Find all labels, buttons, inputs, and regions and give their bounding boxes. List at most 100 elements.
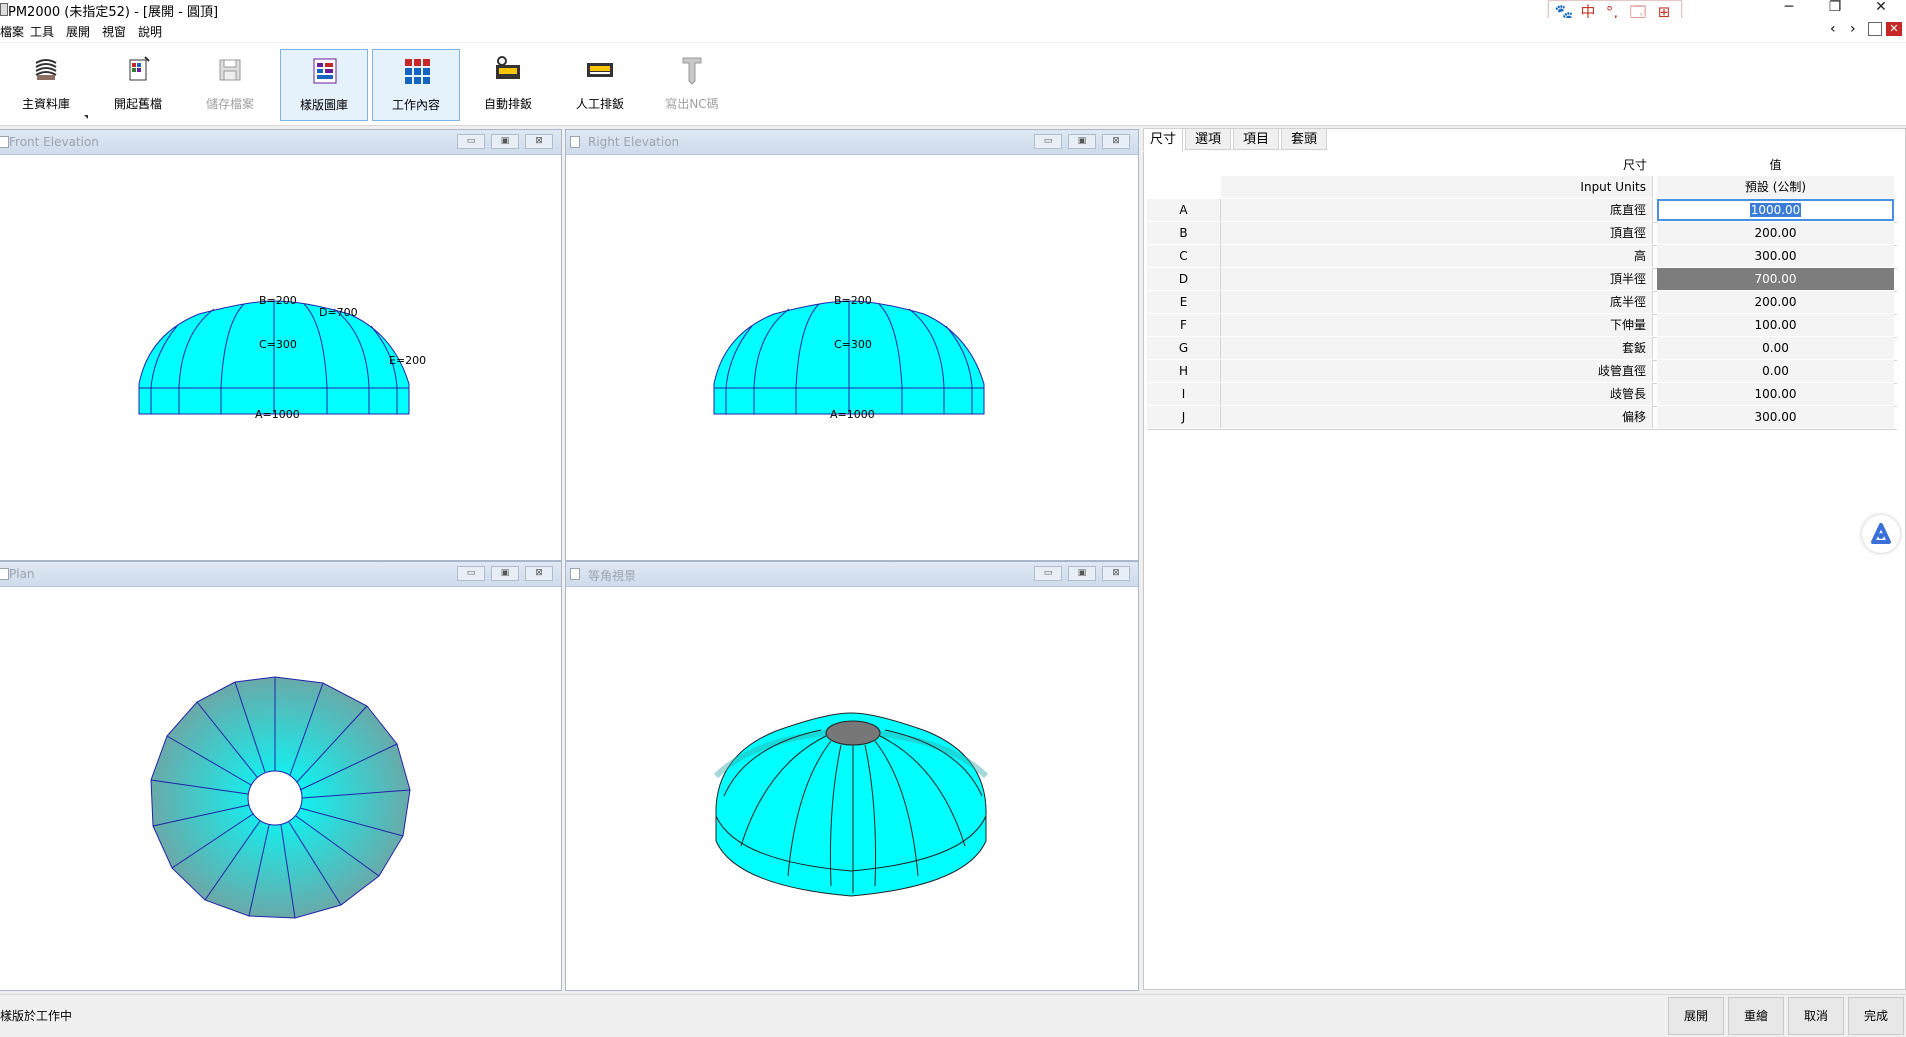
tool-label: 自動排鈑 [483,97,532,111]
redraw-button[interactable]: 重繪 [1728,997,1784,1035]
status-text: 樣版於工作中 [0,1009,73,1023]
menu-window[interactable]: 視窗 [102,23,126,40]
minimize-button[interactable]: ─ [1766,0,1812,18]
database-icon [35,59,57,80]
tool-template-library[interactable]: 樣版圖庫 [280,49,368,121]
close-child-button[interactable]: ⊠ [525,566,553,581]
row-value-input[interactable]: 1000.00 [1657,199,1894,221]
tool-label: 開起舊檔 [113,97,162,111]
right-elevation-window[interactable]: Right Elevation ▭ ▣ ⊠ B=200 C=300 A=1000 [565,129,1139,561]
mdi-close-icon[interactable]: ✕ [1886,22,1902,36]
mdi-prev-icon[interactable]: ‹ [1830,21,1836,37]
view-title: 等角視景 [588,569,637,583]
tool-write-nc[interactable]: 寫出NC碼 [648,49,736,121]
child-window-icon [570,568,580,580]
tab-dimensions[interactable]: 尺寸 [1143,128,1183,152]
plan-window[interactable]: Plan ▭ ▣ ⊠ [0,561,562,991]
develop-button[interactable]: 展開 [1668,997,1724,1035]
row-name: 底半徑 [1221,291,1653,313]
tool-manual-nesting[interactable]: 人工排鈑 [556,49,644,121]
restore-button[interactable]: ❐ [1812,0,1858,18]
row-name: 頂半徑 [1221,268,1653,290]
table-row[interactable]: H 歧管直徑 0.00 [1147,360,1897,384]
row-value[interactable]: 0.00 [1657,337,1894,359]
finish-button[interactable]: 完成 [1848,997,1904,1035]
table-row[interactable]: E 底半徑 200.00 [1147,291,1897,315]
dome-plan-drawing [150,676,411,919]
view-title: Front Elevation [9,135,99,149]
close-child-button[interactable]: ⊠ [525,134,553,149]
cancel-button[interactable]: 取消 [1788,997,1844,1035]
row-key: G [1147,337,1221,359]
tab-items[interactable]: 項目 [1233,128,1279,150]
row-value[interactable]: 100.00 [1657,314,1894,336]
dropdown-arrow-icon[interactable] [84,115,88,119]
table-row[interactable]: J 偏移 300.00 [1147,406,1897,430]
tool-work-content[interactable]: 工作內容 [372,49,460,121]
row-value[interactable]: 300.00 [1657,245,1894,267]
table-row[interactable]: A 底直徑 1000.00 [1147,199,1897,223]
open-file-icon [129,56,150,81]
tool-auto-nesting[interactable]: 自動排鈑 [464,49,552,121]
plan-canvas [150,676,411,919]
maximize-child-button[interactable]: ▣ [1068,134,1096,149]
dome-elevation-drawing [713,300,985,415]
table-row[interactable]: B 頂直徑 200.00 [1147,222,1897,246]
dim-label-a: A=1000 [830,408,875,421]
isometric-window[interactable]: 等角視景 ▭ ▣ ⊠ [565,561,1139,991]
menu-tools[interactable]: 工具 [30,23,54,40]
table-row[interactable]: D 頂半徑 700.00 [1147,268,1897,292]
row-value[interactable]: 0.00 [1657,360,1894,382]
row-name: 高 [1221,245,1653,267]
tool-open-file[interactable]: 開起舊檔 [94,49,182,121]
row-name: 底直徑 [1221,199,1653,221]
close-child-button[interactable]: ⊠ [1102,134,1130,149]
right-elevation-canvas: B=200 C=300 A=1000 [713,294,985,421]
input-units-value[interactable]: 預設 (公制) [1657,176,1894,198]
child-window-icon [570,136,580,148]
row-name: 偏移 [1221,406,1653,428]
selected-value[interactable]: 1000.00 [1749,203,1802,217]
row-value[interactable]: 200.00 [1657,222,1894,244]
table-row[interactable]: C 高 300.00 [1147,245,1897,269]
mdi-next-icon[interactable]: › [1850,21,1856,37]
row-value[interactable]: 300.00 [1657,406,1894,428]
row-name: 套鈑 [1221,337,1653,359]
row-value[interactable]: 700.00 [1657,268,1894,290]
maximize-child-button[interactable]: ▣ [491,134,519,149]
assistant-button[interactable] [1862,515,1900,553]
tool-label: 工作內容 [391,98,440,112]
tab-options[interactable]: 選項 [1185,128,1231,150]
minimize-child-button[interactable]: ▭ [1034,134,1062,149]
tool-main-database[interactable]: 主資料庫 [2,49,90,121]
minimize-child-button[interactable]: ▭ [457,566,485,581]
row-value[interactable]: 200.00 [1657,291,1894,313]
assistant-icon [1871,523,1891,544]
table-row[interactable]: F 下伸量 100.00 [1147,314,1897,338]
tool-label: 寫出NC碼 [665,97,719,111]
manual-nesting-icon [587,63,613,77]
minimize-child-button[interactable]: ▭ [457,134,485,149]
front-elevation-canvas: B=200 D=700 C=300 E=200 A=1000 [138,294,426,421]
front-elevation-window[interactable]: Front Elevation ▭ ▣ ⊠ B=200 D=700 C=300 … [0,129,562,561]
close-button[interactable]: ✕ [1858,0,1904,18]
tab-collar[interactable]: 套頭 [1281,128,1327,150]
work-content-icon [405,59,430,84]
maximize-child-button[interactable]: ▣ [1068,566,1096,581]
tool-label: 儲存檔案 [205,97,254,111]
tool-save-file[interactable]: 儲存檔案 [186,49,274,121]
row-value[interactable]: 100.00 [1657,383,1894,405]
menu-help[interactable]: 說明 [138,23,162,40]
minimize-child-button[interactable]: ▭ [1034,566,1062,581]
view-title: Plan [9,567,35,581]
row-key: I [1147,383,1221,405]
menu-file[interactable]: 檔案 [0,23,24,40]
dim-label-b: B=200 [259,294,297,307]
mdi-restore-icon[interactable] [1868,22,1882,36]
close-child-button[interactable]: ⊠ [1102,566,1130,581]
table-row[interactable]: I 歧管長 100.00 [1147,383,1897,407]
table-row[interactable]: G 套鈑 0.00 [1147,337,1897,361]
column-header-value: 值 [1769,158,1782,172]
menu-develop[interactable]: 展開 [66,23,90,40]
maximize-child-button[interactable]: ▣ [491,566,519,581]
